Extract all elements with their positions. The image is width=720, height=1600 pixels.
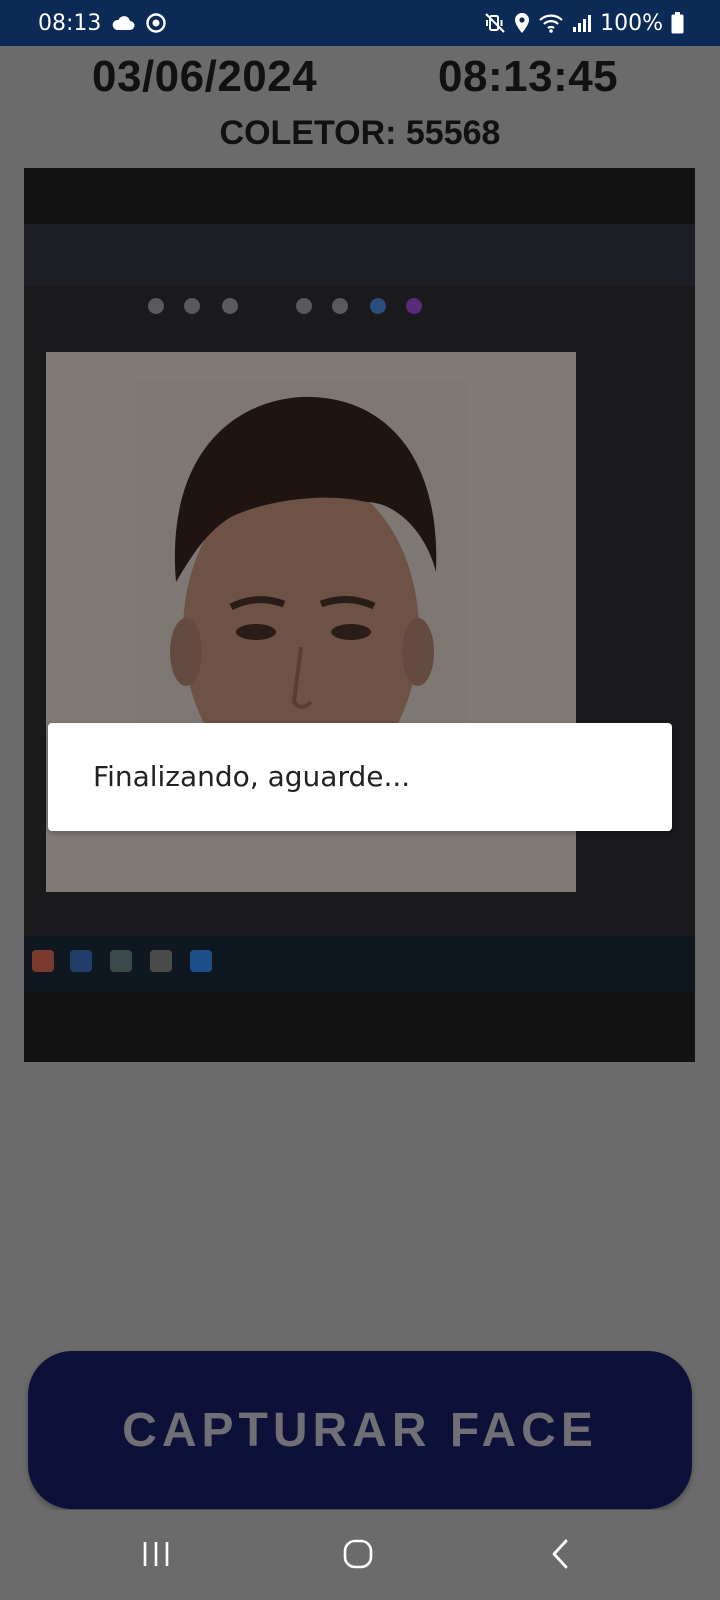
taskbar-icon bbox=[70, 950, 92, 972]
status-bar-left: 08:13 bbox=[38, 0, 167, 46]
wifi-icon bbox=[538, 12, 564, 34]
back-icon bbox=[549, 1538, 571, 1575]
taskbar-icon bbox=[110, 950, 132, 972]
monitor-title-bar bbox=[24, 224, 695, 286]
recent-apps-icon bbox=[141, 1540, 171, 1573]
toolbar-icon bbox=[222, 298, 238, 314]
toolbar-icon bbox=[370, 298, 386, 314]
taskbar-icon bbox=[150, 950, 172, 972]
toolbar-icon bbox=[184, 298, 200, 314]
toolbar-icon bbox=[406, 298, 422, 314]
dialog-message: Finalizando, aguarde... bbox=[93, 760, 411, 793]
clock-label: 08:13:45 bbox=[438, 52, 619, 101]
home-icon bbox=[342, 1538, 374, 1575]
toolbar-icon bbox=[148, 298, 164, 314]
capture-face-button[interactable]: CAPTURAR FACE bbox=[28, 1351, 692, 1509]
home-button[interactable] bbox=[328, 1532, 388, 1580]
toolbar-icon bbox=[332, 298, 348, 314]
vibrate-mute-icon bbox=[484, 12, 506, 34]
back-button[interactable] bbox=[530, 1532, 590, 1580]
camera-preview bbox=[24, 168, 695, 1062]
taskbar-icon bbox=[32, 950, 54, 972]
signal-icon bbox=[572, 13, 592, 33]
toolbar-icon bbox=[296, 298, 312, 314]
taskbar-icon bbox=[190, 950, 212, 972]
status-bar-right: 100% bbox=[484, 0, 684, 46]
status-bar: 08:13 100% bbox=[0, 0, 720, 46]
progress-dialog: Finalizando, aguarde... bbox=[48, 723, 672, 831]
battery-percent: 100% bbox=[600, 10, 663, 36]
battery-icon bbox=[671, 12, 684, 34]
sync-icon bbox=[145, 12, 167, 34]
date-time-row: 03/06/2024 08:13:45 bbox=[0, 52, 720, 112]
recent-apps-button[interactable] bbox=[126, 1532, 186, 1580]
cloud-icon bbox=[111, 15, 135, 31]
navigation-bar bbox=[0, 1510, 720, 1600]
location-icon bbox=[514, 12, 530, 34]
status-time: 08:13 bbox=[38, 10, 102, 36]
date-label: 03/06/2024 bbox=[92, 52, 318, 101]
collector-label: COLETOR: 55568 bbox=[219, 114, 501, 152]
